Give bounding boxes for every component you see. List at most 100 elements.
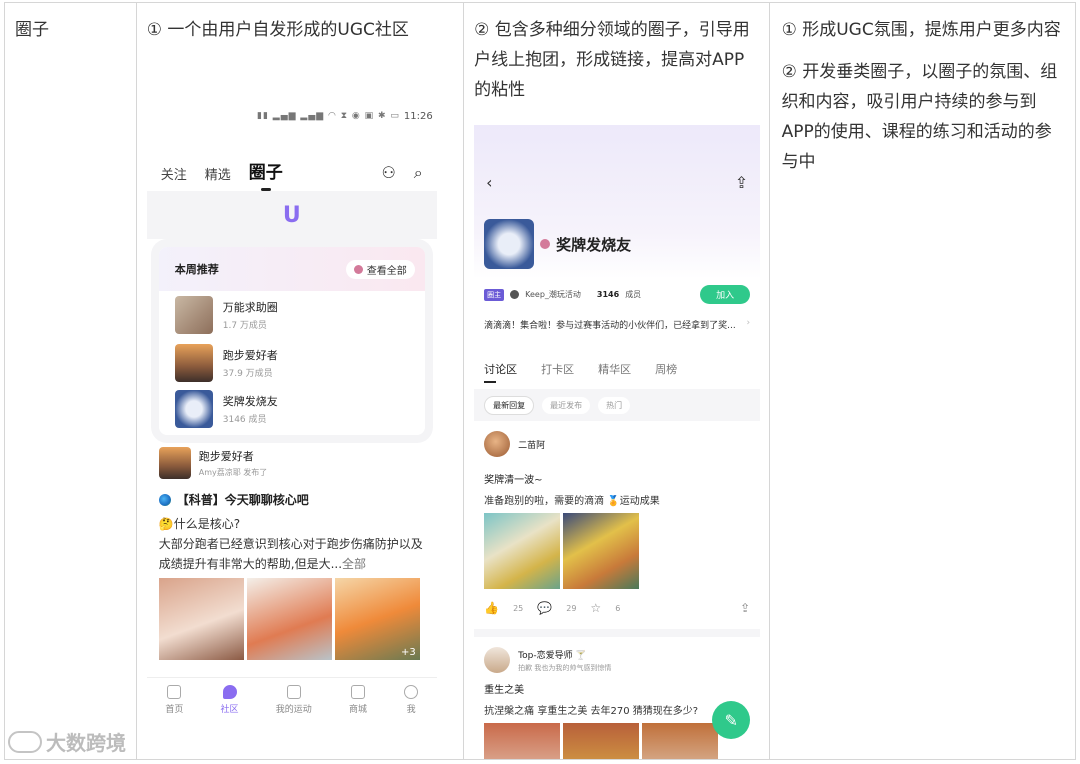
phone-screenshot-community: ▮▮ ▂▄▆ ▂▄▆ ◠ ⧗ ◉ ▣ ✱ ▭ 11:26 关注 精选 圈子 ⚇ … (146, 101, 437, 721)
signal-icons: ▮▮ ▂▄▆ ▂▄▆ ◠ ⧗ ◉ ▣ ✱ ▭ (257, 111, 400, 121)
outcome-point-1: ① 形成UGC氛围，提炼用户更多内容 (781, 20, 1061, 40)
avatar (484, 647, 511, 673)
back-icon[interactable]: ‹ (486, 173, 492, 192)
member-count: 3146 (596, 290, 620, 299)
avatar (484, 431, 511, 457)
bottom-tab-bar: 首页 社区 我的运动 商城 我 (146, 677, 437, 721)
announcement[interactable]: 滴滴滴！集合啦！参与过赛事活动的小伙伴们，已经拿到了奖... › (474, 304, 760, 331)
col3-description: ② 包含多种细分领域的圈子，引导用户线上抱团，形成链接，提高对APP的粘性 (474, 20, 750, 100)
pin-icon (353, 264, 363, 274)
post-image[interactable] (563, 723, 640, 759)
tab-featured[interactable]: 精华区 (598, 361, 631, 377)
screenshot-cell-1: ① 一个由用户自发形成的UGC社区 ▮▮ ▂▄▆ ▂▄▆ ◠ ⧗ ◉ ▣ ✱ ▭… (137, 3, 465, 759)
circle-thumbnail (174, 390, 213, 428)
post-user: 二苗阿 (518, 440, 546, 451)
row-label: 圈子 (15, 20, 49, 40)
outcome-cell: ① 形成UGC氛围，提炼用户更多内容 ② 开发垂类圈子，以圈子的氛围、组织和内容… (770, 3, 1075, 759)
chevron-right-icon: › (746, 318, 751, 328)
owner-badge: 圈主 (484, 288, 505, 301)
watermark: 大数跨境 (8, 727, 126, 756)
phone-screenshot-circle-detail: ‹ ⇪ 奖牌发烧友 圈主 Keep_潮玩活动 3146 成员 加入 滴滴滴！集合… (474, 125, 761, 759)
status-time: 11:26 (403, 110, 433, 122)
col2-description: ① 一个由用户自发形成的UGC社区 (146, 20, 409, 40)
circle-avatar (484, 219, 535, 269)
circle-thumbnail (174, 344, 213, 382)
post-body: 准备跑别的啦，需要的滴滴 🏅运动成果 (484, 496, 660, 507)
like-icon[interactable]: 👍 (484, 601, 499, 615)
globe-icon (158, 493, 171, 506)
community-icon (222, 684, 237, 699)
sort-bar: 最新回复 最近发布 热门 (474, 389, 761, 421)
post-actions: 👍 25 💬 29 ☆ 6 ⇪ (484, 601, 751, 615)
post-user: Top-恋爱导师 🍸 (518, 650, 587, 661)
circle-item[interactable]: 跑步爱好者 37.9 万成员 (159, 339, 425, 387)
circle-item[interactable]: 奖牌发烧友 3146 成员 (159, 387, 425, 435)
shopping-bag-icon (350, 684, 365, 699)
circle-meta: 圈主 Keep_潮玩活动 3146 成员 加入 (474, 279, 760, 304)
circle-post[interactable]: 二苗阿 奖牌清一波~ 准备跑别的啦，需要的滴滴 🏅运动成果 👍 25 💬 29 ☆ 6… (474, 421, 760, 615)
circle-header: ‹ ⇪ 奖牌发烧友 (474, 125, 761, 279)
post-image[interactable] (246, 578, 332, 660)
tab-follow[interactable]: 关注 (161, 164, 187, 183)
tab-home[interactable]: 首页 (165, 684, 183, 715)
screenshot-cell-2: ② 包含多种细分领域的圈子，引导用户线上抱团，形成链接，提高对APP的粘性 ‹ … (464, 3, 770, 759)
sort-latest-reply[interactable]: 最新回复 (484, 395, 535, 415)
profile-icon (404, 684, 419, 699)
tab-circles[interactable]: 圈子 (249, 158, 283, 191)
tab-mall[interactable]: 商城 (349, 684, 367, 715)
tab-featured[interactable]: 精选 (205, 164, 231, 183)
share-icon[interactable]: ⇪ (740, 601, 750, 615)
add-friend-icon[interactable]: ⚇ (381, 163, 395, 183)
share-icon[interactable]: ⇪ (735, 173, 748, 192)
post-image[interactable] (484, 513, 561, 589)
calendar-icon (286, 684, 301, 699)
watermark-logo (8, 730, 42, 753)
circle-thumbnail (174, 296, 213, 334)
weekly-title: 本周推荐 (174, 263, 219, 276)
post-images: +3 (158, 578, 425, 660)
tab-discussion[interactable]: 讨论区 (484, 361, 517, 383)
top-tabs: 关注 精选 圈子 ⚇ ⌕ (147, 131, 437, 191)
feed-post[interactable]: 跑步爱好者 Amy荔凉耶 发布了 【科普】今天聊聊核心吧 🤔什么是核心? 大部分… (147, 435, 437, 660)
star-icon[interactable]: ☆ (590, 601, 601, 615)
owner-avatar (510, 290, 520, 299)
post-image[interactable] (642, 723, 719, 759)
show-all-link[interactable]: 全部 (342, 557, 366, 571)
home-icon (167, 684, 182, 699)
circle-name: 奖牌发烧友 (556, 235, 632, 254)
row-label-cell: 圈子 (5, 3, 137, 759)
post-body: 抗涅槃之痛 享重生之美 去年270 猜猜现在多少? (484, 706, 699, 717)
tab-my-sports[interactable]: 我的运动 (276, 684, 312, 715)
pin-icon (540, 239, 551, 249)
sort-recent[interactable]: 最近发布 (542, 396, 591, 414)
comment-icon[interactable]: 💬 (537, 601, 552, 615)
circle-post[interactable]: Top-恋爱导师 🍸 拍歉 我也为我的帅气感到惊情 重生之美 抗涅槃之痛 享重生… (474, 637, 760, 759)
tab-weekly-rank[interactable]: 周榜 (655, 361, 677, 377)
owner-name: Keep_潮玩活动 (525, 290, 581, 299)
circle-tabs: 讨论区 打卡区 精华区 周榜 (474, 331, 760, 383)
sort-hot[interactable]: 热门 (598, 396, 631, 414)
banner: U (146, 191, 437, 239)
tab-me[interactable]: 我 (404, 684, 419, 715)
compose-button[interactable]: ✎ (712, 701, 751, 739)
outcome-point-2: ② 开发垂类圈子，以圈子的氛围、组织和内容，吸引用户持续的参与到APP的使用、课… (781, 62, 1058, 172)
post-image[interactable] (484, 723, 561, 759)
search-icon[interactable]: ⌕ (414, 163, 423, 183)
tab-checkin[interactable]: 打卡区 (541, 361, 574, 377)
join-button[interactable]: 加入 (700, 285, 751, 304)
comparison-table: 圈子 ① 一个由用户自发形成的UGC社区 ▮▮ ▂▄▆ ▂▄▆ ◠ ⧗ ◉ ▣ … (4, 2, 1076, 760)
weekly-recommend: 本周推荐 查看全部 万能求助圈 1.7 万成员 跑步爱好者 37.9 万成员 奖… (158, 247, 425, 435)
tab-community[interactable]: 社区 (221, 684, 239, 715)
post-images (484, 513, 750, 589)
post-image[interactable] (158, 578, 244, 660)
post-title: 奖牌清一波~ (484, 475, 543, 486)
post-title: 重生之美 (484, 685, 525, 696)
view-all-button[interactable]: 查看全部 (345, 259, 415, 279)
post-image[interactable]: +3 (334, 578, 420, 660)
status-bar: ▮▮ ▂▄▆ ▂▄▆ ◠ ⧗ ◉ ▣ ✱ ▭ 11:26 (147, 101, 437, 131)
banner-logo: U (282, 202, 301, 228)
circle-item[interactable]: 万能求助圈 1.7 万成员 (159, 291, 425, 339)
post-images (484, 723, 750, 759)
post-circle-thumbnail (158, 447, 191, 479)
post-image[interactable] (563, 513, 640, 589)
